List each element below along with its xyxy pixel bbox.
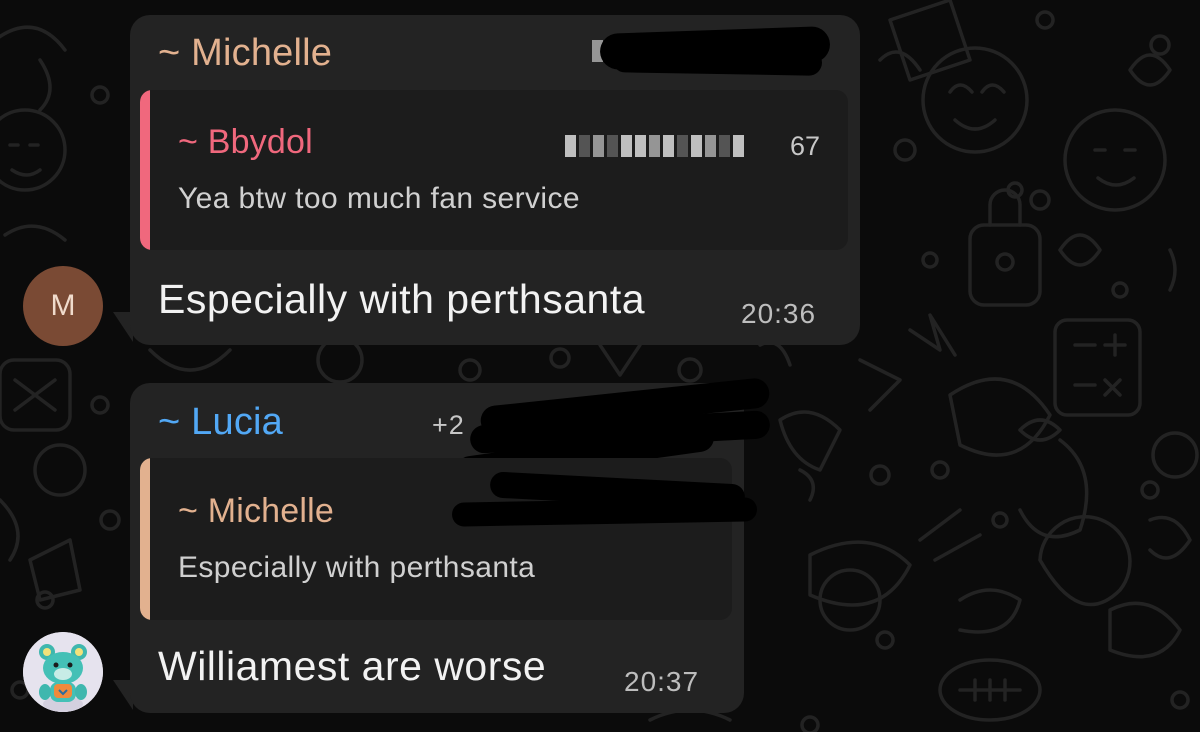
quote-accent-bar	[140, 458, 150, 620]
message-time: 20:37	[624, 666, 700, 697]
sender-phone-visible: +2	[432, 410, 465, 440]
quote-sender-name: ~ Michelle	[178, 492, 335, 530]
quote-text: Especially with perthsanta	[178, 551, 536, 584]
sender-name[interactable]: ~ Lucia	[158, 401, 283, 444]
message-text: Williamest are worse	[158, 643, 547, 689]
message-lucia[interactable]: ~ Lucia +2 ~ Michelle Especially with pe…	[0, 0, 1200, 732]
